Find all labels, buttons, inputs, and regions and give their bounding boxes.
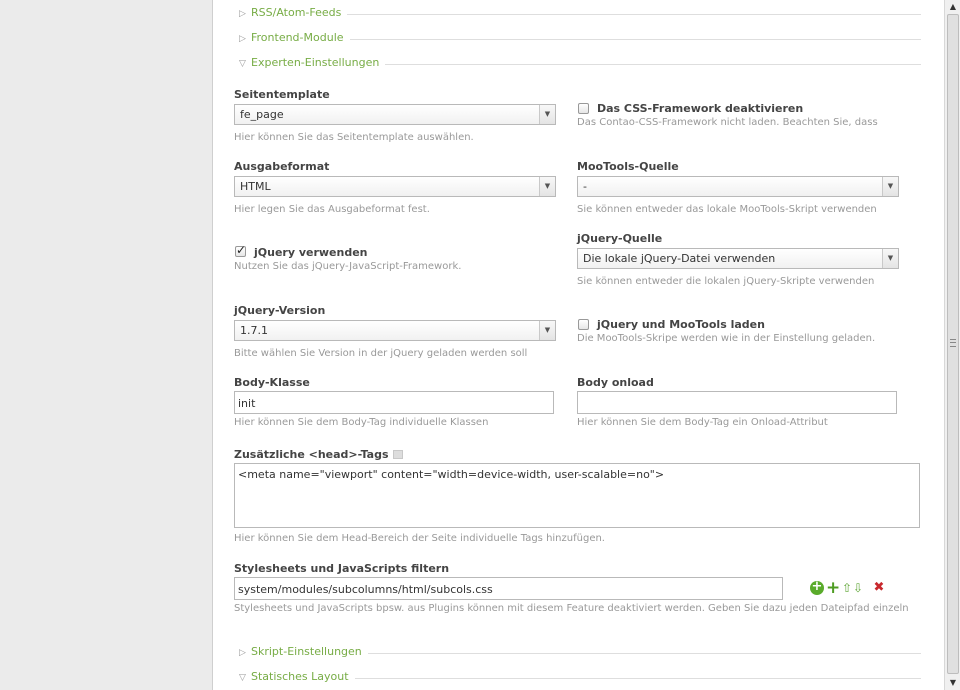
body-onload-input[interactable] [577,391,897,414]
body-onload-hint: Hier können Sie dem Body-Tag ein Onload-… [577,417,828,428]
mootools-quelle-label: MooTools-Quelle [577,160,679,173]
jquery-verwenden-label[interactable]: jQuery verwenden [254,246,368,259]
legend-script-text: Skript-Einstellungen [251,645,362,658]
legend-expert-settings[interactable]: ▽ Experten-Einstellungen [235,53,921,69]
body-klasse-hint: Hier können Sie dem Body-Tag individuell… [234,417,489,428]
scroll-down-arrow-icon[interactable]: ▼ [948,678,958,688]
legend-label[interactable]: ▷ Skript-Einstellungen [235,645,368,658]
chevron-down-icon: ▼ [539,105,555,124]
legend-static-layout[interactable]: ▽ Statisches Layout [235,667,921,683]
delete-icon[interactable]: ✖ [872,581,886,595]
jquery-quelle-hint: Sie können entweder die lokalen jQuery-S… [577,276,875,287]
legend-expert-text: Experten-Einstellungen [251,56,380,69]
jquery-mootools-label[interactable]: jQuery und MooTools laden [597,318,765,331]
expand-triangle-icon: ▷ [239,34,246,44]
css-framework-label[interactable]: Das CSS-Framework deaktivieren [597,102,803,115]
head-tags-label-row: Zusätzliche <head>-Tags [234,448,403,461]
stylesheets-filter-label: Stylesheets und JavaScripts filtern [234,562,450,575]
jquery-verwenden-checkbox[interactable] [235,243,246,257]
legend-rss-text: RSS/Atom-Feeds [251,6,342,19]
stylesheets-filter-input[interactable]: system/modules/subcolumns/html/subcols.c… [234,577,783,600]
chevron-down-icon: ▼ [539,177,555,196]
scroll-thumb[interactable] [947,14,959,674]
left-panel [0,0,213,690]
scroll-up-arrow-icon[interactable]: ▲ [948,2,958,12]
legend-frontend-text: Frontend-Module [251,31,344,44]
ausgabeformat-label: Ausgabeformat [234,160,330,173]
grip-icon [950,339,956,347]
legend-frontend-modules[interactable]: ▷ Frontend-Module [235,28,921,44]
jquery-mootools-hint: Die MooTools-Skripe werden wie in der Ei… [577,333,876,344]
stylesheets-filter-hint: Stylesheets und JavaScripts bpsw. aus Pl… [234,603,909,614]
head-tags-hint: Hier können Sie dem Head-Bereich der Sei… [234,533,605,544]
collapse-triangle-icon: ▽ [239,673,246,683]
css-framework-checkbox[interactable] [578,103,589,114]
stylesheets-filter-actions: + ⇧ ⇩ ✖ [810,579,886,597]
ausgabeformat-value: HTML [240,180,271,193]
chevron-down-icon: ▼ [882,177,898,196]
expand-triangle-icon: ▷ [239,9,246,19]
collapse-triangle-icon: ▽ [239,59,246,69]
jquery-version-value: 1.7.1 [240,324,268,337]
legend-label[interactable]: ▽ Experten-Einstellungen [235,56,386,69]
arrow-up-icon[interactable]: ⇧ [842,581,852,595]
chevron-down-icon: ▼ [539,321,555,340]
plus-icon[interactable]: + [826,580,840,597]
legend-rss-feeds[interactable]: ▷ RSS/Atom-Feeds [235,3,921,19]
jquery-verwenden-hint: Nutzen Sie das jQuery-JavaScript-Framewo… [234,261,462,272]
ausgabeformat-select[interactable]: HTML ▼ [234,176,556,197]
body-klasse-label: Body-Klasse [234,376,310,389]
legend-static-text: Statisches Layout [251,670,349,683]
legend-label[interactable]: ▷ RSS/Atom-Feeds [235,6,348,19]
wizard-icon[interactable] [392,450,403,459]
jquery-version-hint: Bitte wählen Sie Version in der jQuery g… [234,348,528,359]
jquery-quelle-value: Die lokale jQuery-Datei verwenden [583,252,776,265]
chevron-down-icon: ▼ [882,249,898,268]
jquery-mootools-checkbox[interactable] [578,319,589,330]
jquery-quelle-select[interactable]: Die lokale jQuery-Datei verwenden ▼ [577,248,899,269]
legend-label[interactable]: ▷ Frontend-Module [235,31,350,44]
mootools-quelle-value: - [583,180,587,193]
head-tags-textarea[interactable]: <meta name="viewport" content="width=dev… [234,463,920,528]
body-klasse-input[interactable]: init [234,391,554,414]
legend-label[interactable]: ▽ Statisches Layout [235,670,355,683]
jquery-version-label: jQuery-Version [234,304,326,317]
mootools-quelle-select[interactable]: - ▼ [577,176,899,197]
ausgabeformat-hint: Hier legen Sie das Ausgabeformat fest. [234,204,430,215]
seitentemplate-label: Seitentemplate [234,88,330,101]
seitentemplate-hint: Hier können Sie das Seitentemplate auswä… [234,132,474,143]
arrow-down-icon[interactable]: ⇩ [853,581,863,595]
legend-script-settings[interactable]: ▷ Skript-Einstellungen [235,642,921,658]
jquery-quelle-label: jQuery-Quelle [577,232,663,245]
seitentemplate-value: fe_page [240,108,284,121]
jquery-version-select[interactable]: 1.7.1 ▼ [234,320,556,341]
seitentemplate-select[interactable]: fe_page ▼ [234,104,556,125]
add-circle-icon[interactable] [810,579,824,595]
mootools-quelle-hint: Sie können entweder das lokale MooTools-… [577,204,877,215]
head-tags-label: Zusätzliche <head>-Tags [234,448,389,461]
main-content: ▷ RSS/Atom-Feeds ▷ Frontend-Module ▽ Expert… [213,0,944,690]
css-framework-hint: Das Contao-CSS-Framework nicht laden. Be… [577,117,878,128]
vertical-scrollbar[interactable]: ▲ ▼ [944,0,960,690]
body-onload-label: Body onload [577,376,654,389]
expand-triangle-icon: ▷ [239,648,246,658]
